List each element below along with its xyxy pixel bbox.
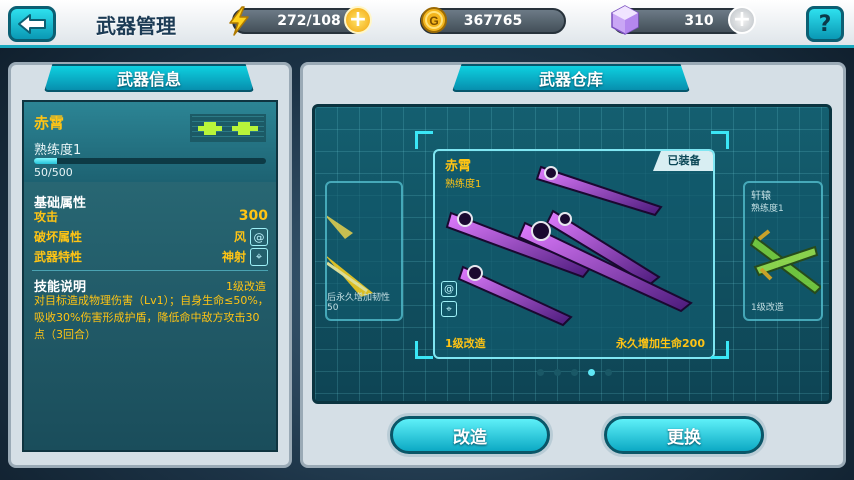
card-upgrade-level: 1级改造 xyxy=(751,303,784,313)
page-dot[interactable] xyxy=(571,369,578,376)
weapon-info-content: 赤霄 熟练度1 50/500 基础属性 攻击 300 破坏属性 风 @ 武器特性… xyxy=(22,100,278,452)
weapon-card-selected[interactable]: 赤霄 熟练度1 已装备 @ ⌖ 1级改造 永久增加生命200 xyxy=(433,149,715,359)
back-button[interactable] xyxy=(8,6,56,42)
stat-row-attack: 攻击 300 xyxy=(34,208,268,226)
proficiency-bar xyxy=(34,158,266,164)
green-blade-icon xyxy=(749,229,821,295)
weapon-carousel[interactable]: 后永久增加韧性50 赤霄 熟练度1 已装备 @ ⌖ 1级改造 永久增加生命200… xyxy=(312,104,832,404)
page-dot[interactable] xyxy=(537,369,544,376)
stat-value: 神射 xyxy=(221,250,246,264)
card-proficiency: 熟练度1 xyxy=(751,204,784,214)
pixel-weapon-icon xyxy=(190,114,266,142)
weapon-name: 赤霄 xyxy=(34,114,65,132)
stat-value: 风 xyxy=(233,230,246,244)
weapon-header: 赤霄 熟练度1 50/500 xyxy=(24,102,276,182)
weapon-card-next[interactable]: 轩辕 熟练度1 1级改造 xyxy=(743,181,823,321)
selection-corner xyxy=(415,341,433,359)
add-energy-button[interactable]: + xyxy=(344,6,372,34)
crosshair-icon: ⌖ xyxy=(250,248,268,266)
lightning-icon xyxy=(229,6,249,36)
weapon-warehouse-tab: 武器仓库 xyxy=(452,64,690,92)
stat-label: 武器特性 xyxy=(34,250,83,264)
card-bonus: 后永久增加韧性50 xyxy=(327,293,391,313)
svg-text:G: G xyxy=(429,14,438,28)
wind-swirl-icon: @ xyxy=(250,228,268,246)
weapon-card-prev[interactable]: 后永久增加韧性50 xyxy=(325,181,403,321)
skill-description: 对目标造成物理伤害（Lv1）；自身生命≤50%，吸收30%伤害形成护盾，降低命中… xyxy=(34,294,269,341)
stat-label: 攻击 xyxy=(34,210,59,224)
divider xyxy=(32,270,268,271)
selection-corner xyxy=(711,131,729,149)
proficiency-value: 50/500 xyxy=(34,166,73,179)
weapon-info-tab: 武器信息 xyxy=(44,64,254,92)
add-gems-button[interactable]: + xyxy=(728,6,756,34)
top-bar: 武器管理 272/108 + 367765 G 310 + ? xyxy=(0,0,854,48)
proficiency-fill xyxy=(34,158,58,164)
gem-value: 310 xyxy=(684,13,714,29)
gold-value: 367765 xyxy=(463,13,523,29)
proficiency-label: 熟练度1 xyxy=(34,143,82,158)
purple-blades-icon xyxy=(445,165,693,327)
stat-label: 破坏属性 xyxy=(34,230,83,244)
stat-value: 300 xyxy=(238,208,268,224)
replace-button[interactable]: 更换 xyxy=(604,416,764,454)
crosshair-icon: ⌖ xyxy=(441,301,457,317)
upgrade-button[interactable]: 改造 xyxy=(390,416,550,454)
page-dot[interactable] xyxy=(554,369,561,376)
gold-coin-icon: G xyxy=(421,7,447,33)
page-dot[interactable] xyxy=(605,369,612,376)
card-bonus: 永久增加生命200 xyxy=(616,337,705,350)
crystal-cube-icon xyxy=(611,5,639,35)
back-arrow-icon xyxy=(18,14,46,34)
help-button[interactable]: ? xyxy=(806,6,844,42)
card-upgrade-level: 1级改造 xyxy=(445,337,486,350)
wind-swirl-icon: @ xyxy=(441,281,457,297)
page-title: 武器管理 xyxy=(96,14,176,38)
stat-row-weapon-trait: 武器特性 神射 ⌖ xyxy=(34,248,268,266)
stat-row-damage-attr: 破坏属性 风 @ xyxy=(34,228,268,246)
page-indicator xyxy=(537,369,612,376)
energy-value: 272/108 xyxy=(277,13,341,29)
selection-corner xyxy=(711,341,729,359)
card-weapon-name: 轩辕 xyxy=(751,191,771,202)
page-dot[interactable] xyxy=(588,369,595,376)
selection-corner xyxy=(415,131,433,149)
